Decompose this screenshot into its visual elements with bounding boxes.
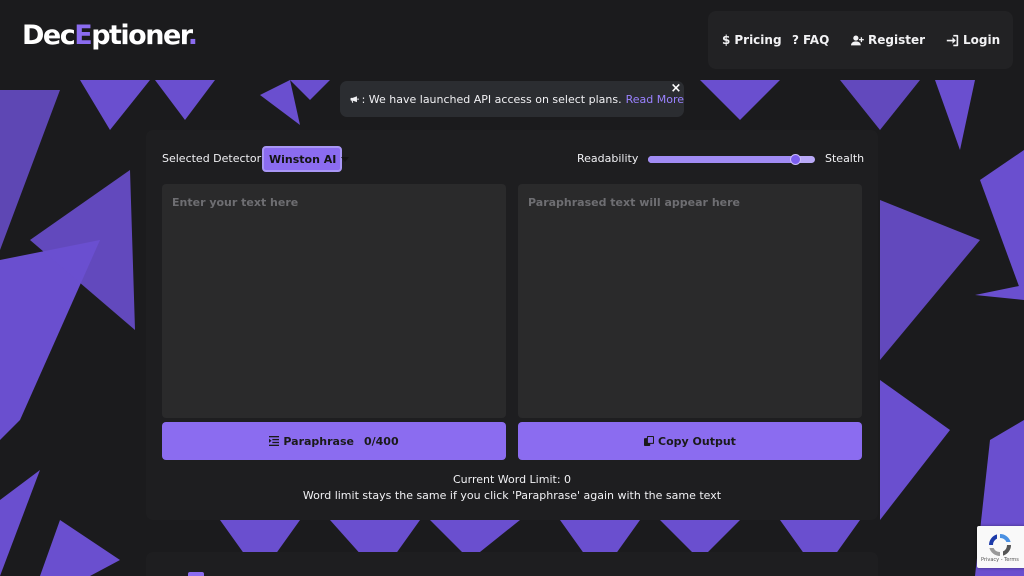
readability-stealth-slider[interactable] [648,154,815,165]
recaptcha-terms[interactable]: Privacy - Terms [981,557,1019,563]
dollar-icon: $ [722,33,731,47]
copy-icon [644,436,655,446]
input-textarea[interactable] [162,184,506,418]
word-counter: 0/400 [363,434,399,448]
slider-thumb[interactable] [789,154,801,165]
bottom-card-icon [188,572,204,576]
login-icon [946,34,959,46]
copy-output-button[interactable]: Copy Output [518,422,862,460]
close-icon[interactable]: × [670,81,682,96]
question-icon: ? [792,33,799,47]
nav-bar: $ Pricing ? FAQ Register Login [708,11,1013,69]
recaptcha-icon [989,534,1011,556]
nav-faq[interactable]: ? FAQ [792,33,829,47]
bottom-card [146,552,878,576]
paraphrase-icon [269,436,280,446]
nav-pricing[interactable]: $ Pricing [722,33,782,47]
word-limit-note: Word limit stays the same if you click '… [302,489,722,502]
paraphraser-panel: Selected Detector: Winston AI Readabilit… [146,130,878,520]
output-area[interactable]: Paraphrased text will appear here [518,184,862,418]
detector-dropdown[interactable]: Winston AI [262,146,350,172]
slider-label-readability: Readability [577,152,639,165]
output-placeholder: Paraphrased text will appear here [528,196,740,209]
word-limit-text: Current Word Limit: 0 [452,473,572,486]
paraphrase-button[interactable]: Paraphrase 0/400 [162,422,506,460]
detector-label: Selected Detector: [162,152,265,165]
nav-login[interactable]: Login [946,33,1000,47]
megaphone-icon [350,95,359,103]
recaptcha-badge[interactable]: Privacy - Terms [977,526,1024,568]
site-header: DecEptioner. $ Pricing ? FAQ Register Lo… [0,0,1024,80]
slider-fill [648,156,795,163]
nav-register[interactable]: Register [851,33,925,47]
caret-down-icon [341,156,350,162]
user-plus-icon [851,34,864,45]
slider-label-stealth: Stealth [825,152,865,165]
announcement-banner: : We have launched API access on select … [340,81,684,117]
logo[interactable]: DecEptioner. [22,20,198,51]
